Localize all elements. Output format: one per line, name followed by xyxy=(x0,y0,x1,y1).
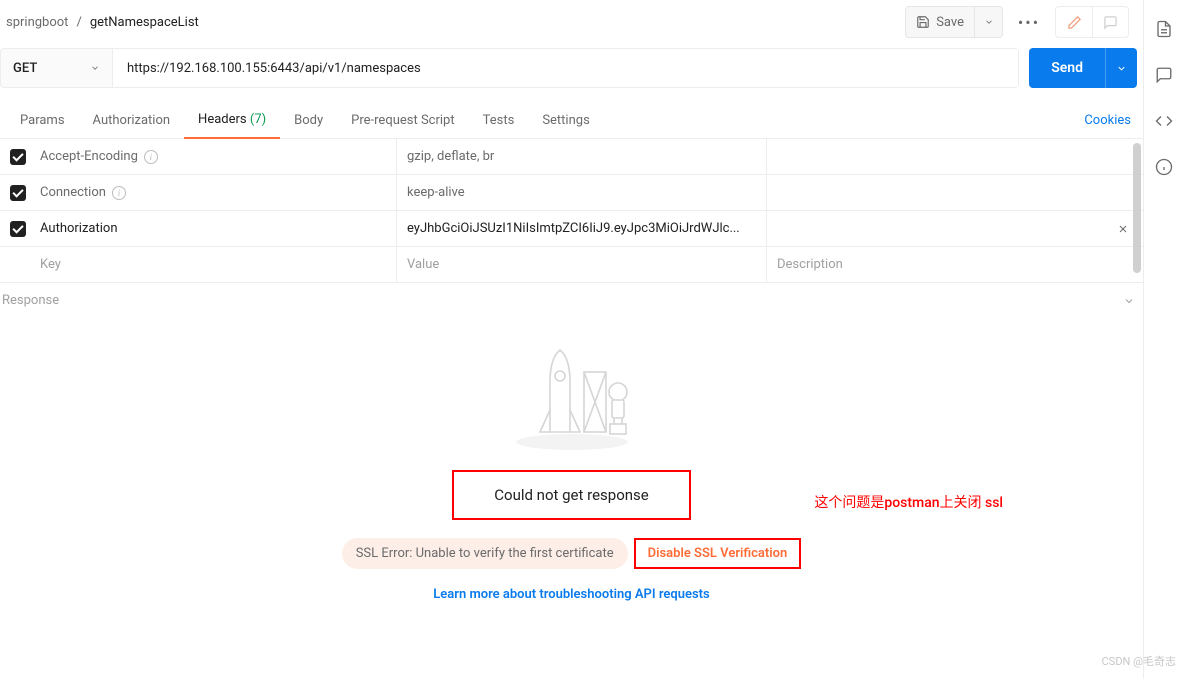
breadcrumb-separator: / xyxy=(76,15,81,30)
tab-prerequest[interactable]: Pre-request Script xyxy=(337,103,468,138)
table-row[interactable]: Authorization eyJhbGciOiJSUzI1NiIsImtpZC… xyxy=(0,211,1143,247)
more-button[interactable]: ••• xyxy=(1013,6,1045,38)
watermark: CSDN @毛奇志 xyxy=(1102,653,1176,669)
error-title: Could not get response xyxy=(494,486,648,504)
headers-table: Accept-Encoding i gzip, deflate, br Conne… xyxy=(0,139,1143,283)
tab-params[interactable]: Params xyxy=(6,103,79,138)
tab-authorization[interactable]: Authorization xyxy=(79,103,185,138)
header-desc[interactable] xyxy=(766,175,1143,210)
right-rail xyxy=(1144,0,1184,679)
save-icon xyxy=(916,15,930,29)
tool-group xyxy=(1055,6,1129,38)
tab-headers[interactable]: Headers (7) xyxy=(184,102,280,139)
chevron-down-icon xyxy=(1116,63,1127,74)
learn-more-link[interactable]: Learn more about troubleshooting API req… xyxy=(433,587,709,602)
info-icon[interactable] xyxy=(1155,158,1173,176)
code-icon[interactable] xyxy=(1155,112,1173,130)
edit-button[interactable] xyxy=(1056,7,1092,37)
breadcrumb-current[interactable]: getNamespaceList xyxy=(90,15,199,30)
save-button-group: Save xyxy=(905,6,1003,38)
url-value: https://192.168.100.155:6443/api/v1/name… xyxy=(127,61,421,76)
chevron-down-icon xyxy=(984,17,994,27)
error-title-box: Could not get response xyxy=(452,470,690,520)
ssl-error-row: SSL Error: Unable to verify the first ce… xyxy=(342,538,802,569)
document-icon[interactable] xyxy=(1155,20,1173,38)
method-value: GET xyxy=(13,61,37,76)
comments-icon[interactable] xyxy=(1155,66,1173,84)
table-row-placeholder[interactable]: Key Value Description xyxy=(0,247,1143,283)
tab-body[interactable]: Body xyxy=(280,103,337,138)
send-group: Send xyxy=(1029,48,1137,88)
save-button[interactable]: Save xyxy=(906,7,974,37)
breadcrumb-parent[interactable]: springboot xyxy=(6,15,68,30)
close-icon xyxy=(1117,223,1129,235)
method-select[interactable]: GET xyxy=(1,49,113,87)
header-value[interactable]: eyJhbGciOiJSUzI1NiIsImtpZCI6IiJ9.eyJpc3M… xyxy=(407,221,740,236)
info-icon[interactable]: i xyxy=(144,150,158,164)
checkbox[interactable] xyxy=(10,149,26,165)
save-label: Save xyxy=(936,15,964,30)
header-key[interactable]: Accept-Encoding xyxy=(40,149,138,164)
header-value[interactable]: gzip, deflate, br xyxy=(407,149,494,164)
tab-tests[interactable]: Tests xyxy=(469,103,529,138)
topbar: springboot / getNamespaceList Save ••• xyxy=(0,0,1143,48)
send-caret[interactable] xyxy=(1105,48,1137,88)
header-key[interactable]: Authorization xyxy=(40,221,118,236)
ssl-error-text: SSL Error: Unable to verify the first ce… xyxy=(356,546,614,561)
chevron-down-icon xyxy=(90,63,100,73)
rocket-illustration xyxy=(502,342,642,452)
info-icon[interactable]: i xyxy=(112,186,126,200)
save-caret[interactable] xyxy=(974,7,1002,37)
header-desc[interactable] xyxy=(766,211,1103,246)
pencil-icon xyxy=(1067,15,1082,30)
checkbox[interactable] xyxy=(10,185,26,201)
checkbox[interactable] xyxy=(10,221,26,237)
disable-ssl-box: Disable SSL Verification xyxy=(634,538,802,569)
url-bar: GET https://192.168.100.155:6443/api/v1/… xyxy=(0,48,1143,102)
tabs-row: Params Authorization Headers (7) Body Pr… xyxy=(0,102,1143,139)
response-body: Could not get response SSL Error: Unable… xyxy=(0,314,1143,679)
header-desc[interactable] xyxy=(766,139,1143,174)
response-label: Response xyxy=(2,293,59,308)
comment-button[interactable] xyxy=(1092,7,1128,37)
scrollbar-thumb[interactable] xyxy=(1133,143,1141,273)
ellipsis-icon: ••• xyxy=(1018,13,1040,32)
comment-icon xyxy=(1103,15,1118,30)
chevron-down-icon[interactable] xyxy=(1123,295,1135,307)
table-row[interactable]: Accept-Encoding i gzip, deflate, br xyxy=(0,139,1143,175)
header-key[interactable]: Connection xyxy=(40,185,106,200)
header-value[interactable]: keep-alive xyxy=(407,185,465,200)
desc-placeholder[interactable]: Description xyxy=(777,257,843,272)
send-label: Send xyxy=(1051,60,1083,76)
send-button[interactable]: Send xyxy=(1029,48,1105,88)
key-placeholder[interactable]: Key xyxy=(40,257,61,272)
tab-settings[interactable]: Settings xyxy=(528,103,603,138)
breadcrumb: springboot / getNamespaceList xyxy=(6,15,199,30)
value-placeholder[interactable]: Value xyxy=(407,257,439,272)
url-input[interactable]: https://192.168.100.155:6443/api/v1/name… xyxy=(113,49,1018,87)
response-header: Response xyxy=(0,283,1143,314)
table-row[interactable]: Connection i keep-alive xyxy=(0,175,1143,211)
ssl-error-pill: SSL Error: Unable to verify the first ce… xyxy=(342,538,628,569)
annotation-text: 这个问题是postman上关闭 ssl xyxy=(814,492,1003,512)
disable-ssl-button[interactable]: Disable SSL Verification xyxy=(648,546,788,561)
cookies-link[interactable]: Cookies xyxy=(1084,113,1137,128)
